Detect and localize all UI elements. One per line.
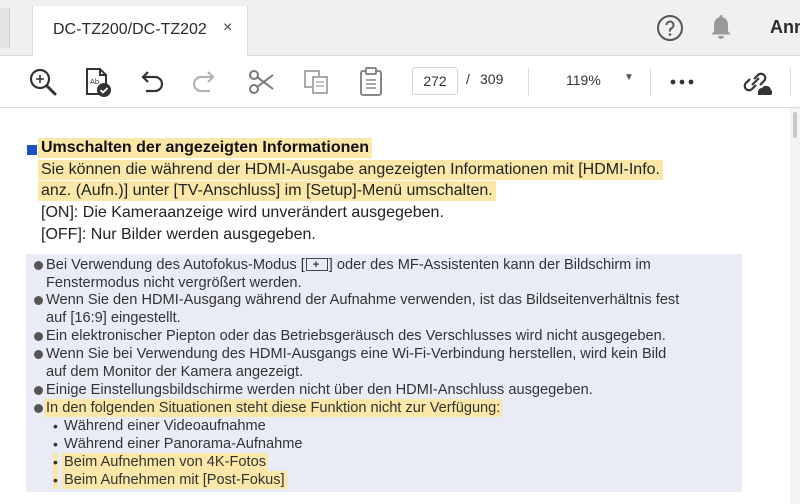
- scrollbar-thumb[interactable]: [793, 112, 797, 138]
- bullet-dot: [34, 261, 43, 270]
- toolbar-divider: [650, 68, 651, 96]
- note-text: Bei Verwendung des Autofokus-Modus [: [46, 257, 305, 273]
- sub-bullet: •: [53, 471, 58, 489]
- copy-icon[interactable]: [300, 65, 334, 99]
- bell-icon[interactable]: [708, 14, 734, 42]
- sub-bullet: •: [53, 418, 58, 434]
- bullet-dot: [34, 404, 43, 413]
- svg-text:Ab: Ab: [90, 78, 100, 86]
- notes-box: Bei Verwendung des Autofokus-Modus [ ] od…: [26, 254, 742, 492]
- tab-document[interactable]: DC-TZ200/DC-TZ202 ×: [32, 6, 248, 56]
- note-line: Fenstermodus nicht vergrößert werden.: [46, 275, 302, 291]
- close-icon[interactable]: ×: [223, 19, 232, 37]
- bullet-dot: [34, 350, 43, 359]
- note-line: Einige Einstellungsbildschirme werden ni…: [46, 382, 593, 398]
- page-total: 309: [480, 71, 504, 87]
- note-line: Ein elektronischer Piepton oder das Betr…: [46, 328, 666, 344]
- document-page: Umschalten der angezeigten Informationen…: [0, 108, 800, 504]
- share-link-icon[interactable]: [738, 65, 772, 99]
- bullet-dot: [34, 296, 43, 305]
- search-icon[interactable]: [26, 65, 60, 99]
- heading-marker: [27, 145, 37, 155]
- note-line: Wenn Sie den HDMI-Ausgang während der Au…: [46, 292, 680, 308]
- note-line: auf dem Monitor der Kamera angezeigt.: [46, 364, 304, 380]
- toolbar: Ab 272 / 309 119% ▼: [0, 56, 800, 108]
- chevron-down-icon: ▼: [624, 72, 634, 83]
- page-number-input[interactable]: 272: [412, 67, 458, 95]
- sub-item: Während einer Panorama-Aufnahme: [64, 436, 303, 452]
- redo-icon[interactable]: [188, 65, 222, 99]
- lead-line: [OFF]: Nur Bilder werden ausgegeben.: [41, 226, 316, 243]
- previous-tab[interactable]: [0, 8, 10, 48]
- page-separator: /: [466, 71, 470, 87]
- section-heading: Umschalten der angezeigten Informationen: [38, 138, 373, 158]
- note-line: auf [16:9] eingestellt.: [46, 310, 181, 326]
- tab-bar: DC-TZ200/DC-TZ202 × Ann: [0, 0, 800, 56]
- sub-item: Beim Aufnehmen mit [Post-Fokus]: [62, 471, 287, 489]
- more-icon[interactable]: [668, 68, 696, 96]
- autofocus-frame-icon: [305, 256, 328, 274]
- vertical-scrollbar[interactable]: [790, 108, 800, 504]
- toolbar-divider: [790, 68, 791, 96]
- sub-bullet: •: [53, 453, 58, 471]
- note-line: In den folgenden Situationen steht diese…: [44, 399, 503, 417]
- sub-bullet: •: [53, 436, 58, 452]
- sub-item: Beim Aufnehmen von 4K-Fotos: [62, 453, 268, 471]
- sub-item: Während einer Videoaufnahme: [64, 418, 266, 434]
- note-text: ] oder des MF-Assistenten kann der Bilds…: [328, 257, 651, 273]
- zoom-dropdown[interactable]: 119% ▼: [556, 67, 640, 95]
- read-aloud-icon[interactable]: Ab: [80, 65, 114, 99]
- note-line: Bei Verwendung des Autofokus-Modus [ ] od…: [44, 256, 653, 274]
- paste-icon[interactable]: [354, 65, 388, 99]
- zoom-value: 119%: [566, 72, 601, 88]
- undo-icon[interactable]: [134, 65, 168, 99]
- cut-icon[interactable]: [244, 65, 278, 99]
- lead-line: anz. (Aufn.)] unter [TV-Anschluss] im [S…: [38, 181, 496, 201]
- user-name[interactable]: Ann: [770, 17, 800, 38]
- bullet-dot: [34, 386, 43, 395]
- toolbar-divider: [528, 68, 529, 96]
- lead-line: [ON]: Die Kameraanzeige wird unverändert…: [41, 204, 444, 221]
- help-icon[interactable]: [656, 14, 684, 42]
- lead-line: Sie können die während der HDMI-Ausgabe …: [38, 160, 663, 180]
- bullet-dot: [34, 332, 43, 341]
- note-line: Wenn Sie bei Verwendung des HDMI-Ausgang…: [46, 346, 667, 362]
- tab-title: DC-TZ200/DC-TZ202: [53, 21, 207, 38]
